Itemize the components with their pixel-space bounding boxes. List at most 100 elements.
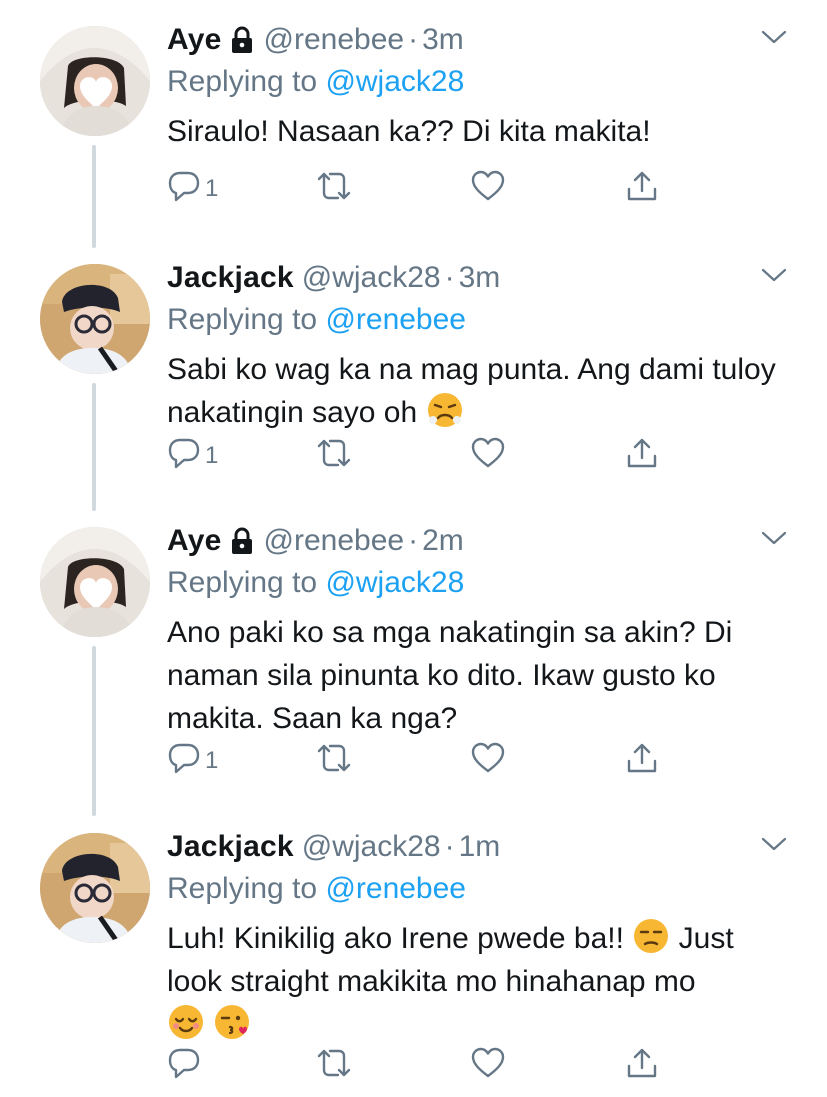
reply-button[interactable] (167, 1043, 205, 1083)
tweet-header: Aye @renebee · 2m (167, 519, 787, 563)
retweet-button[interactable] (315, 1043, 353, 1083)
share-button[interactable] (625, 433, 659, 473)
tweet-text: Ano paki ko sa mga nakatingin sa akin? D… (167, 616, 741, 735)
reply-count: 1 (205, 175, 219, 202)
user-handle[interactable]: @wjack28 (302, 261, 441, 295)
lock-icon (230, 527, 254, 555)
mention-link[interactable]: @renebee (325, 303, 466, 336)
tweet-actions: 1 (167, 166, 787, 206)
tweet[interactable]: Aye @renebee · 2m Replying to @wjack28 A… (0, 501, 827, 816)
heart-icon (471, 742, 505, 773)
user-handle[interactable]: @renebee (264, 524, 405, 558)
tweet-content: Aye @renebee · 3m Replying to @wjack28 S… (167, 18, 787, 153)
replying-to-label: Replying to (167, 566, 326, 599)
display-name[interactable]: Jackjack (167, 261, 294, 295)
tweet-content: Jackjack @wjack28 · 3m Replying to @rene… (167, 256, 787, 434)
thread-connector (92, 145, 96, 248)
lock-icon (230, 26, 254, 54)
separator-dot: · (444, 830, 455, 863)
heart-icon (471, 437, 505, 468)
share-button[interactable] (625, 738, 659, 778)
like-button[interactable] (470, 166, 506, 206)
tweet-text-part: Luh! Kinikilig ako Irene pwede ba!! (167, 922, 633, 955)
tweet[interactable]: Aye @renebee · 3m Replying to @wjack28 S… (0, 0, 827, 248)
tweet[interactable]: Jackjack @wjack28 · 1m Replying to @rene… (0, 807, 827, 1097)
replying-to-label: Replying to (167, 303, 326, 336)
timestamp[interactable]: 2m (422, 524, 464, 558)
retweet-button[interactable] (315, 166, 353, 206)
timestamp[interactable]: 1m (459, 830, 501, 864)
replying-to-label: Replying to (167, 872, 326, 905)
like-button[interactable] (470, 433, 506, 473)
kissing-heart-emoji (213, 1003, 251, 1041)
share-button[interactable] (625, 166, 659, 206)
timestamp[interactable]: 3m (459, 261, 501, 295)
avatar[interactable] (40, 527, 150, 637)
avatar[interactable] (40, 26, 150, 136)
reply-icon (168, 438, 200, 469)
replying-to-line: Replying to @wjack28 (167, 563, 787, 603)
tweet-actions: 1 (167, 738, 787, 778)
tweet-text-body: Sabi ko wag ka na mag punta. Ang dami tu… (167, 353, 785, 429)
tweet-header: Aye @renebee · 3m (167, 18, 787, 62)
chevron-down-icon[interactable] (761, 266, 787, 284)
reply-count: 1 (205, 442, 219, 469)
heart-icon (471, 170, 505, 201)
user-handle[interactable]: @renebee (264, 23, 405, 57)
unamused-face-emoji (632, 917, 670, 955)
reply-icon (168, 171, 200, 202)
chevron-down-icon[interactable] (761, 835, 787, 853)
separator-dot: · (444, 261, 455, 294)
tweet-content: Aye @renebee · 2m Replying to @wjack28 A… (167, 519, 787, 740)
display-name[interactable]: Aye (167, 23, 222, 57)
avatar[interactable] (40, 264, 150, 374)
reply-icon (168, 743, 200, 774)
tweet-thread: Aye @renebee · 3m Replying to @wjack28 S… (0, 0, 827, 1097)
tweet-header: Jackjack @wjack28 · 1m (167, 825, 787, 869)
mention-link[interactable]: @wjack28 (325, 65, 464, 98)
retweet-icon (317, 744, 351, 772)
user-handle[interactable]: @wjack28 (302, 830, 441, 864)
retweet-button[interactable] (315, 433, 353, 473)
reply-button[interactable]: 1 (167, 738, 218, 778)
retweet-icon (317, 1049, 351, 1077)
tweet-text: Sabi ko wag ka na mag punta. Ang dami tu… (167, 348, 787, 434)
separator-dot: · (408, 524, 419, 557)
reply-button[interactable]: 1 (167, 166, 218, 206)
tweet-text: Luh! Kinikilig ako Irene pwede ba!! Just… (167, 917, 787, 1046)
display-name[interactable]: Jackjack (167, 830, 294, 864)
timestamp[interactable]: 3m (422, 23, 464, 57)
heart-icon (471, 1047, 505, 1078)
chevron-down-icon[interactable] (761, 529, 787, 547)
retweet-icon (317, 172, 351, 200)
tweet-actions (167, 1043, 787, 1083)
share-icon (627, 743, 657, 773)
share-icon (627, 1048, 657, 1078)
reply-button[interactable]: 1 (167, 433, 218, 473)
relieved-face-emoji (167, 1003, 205, 1041)
steam-face-emoji (426, 391, 464, 429)
avatar[interactable] (40, 833, 150, 943)
mention-link[interactable]: @wjack28 (325, 566, 464, 599)
like-button[interactable] (470, 1043, 506, 1083)
retweet-button[interactable] (315, 738, 353, 778)
display-name[interactable]: Aye (167, 524, 222, 558)
tweet-header: Jackjack @wjack28 · 3m (167, 256, 787, 300)
thread-connector (92, 646, 96, 816)
share-button[interactable] (625, 1043, 659, 1083)
chevron-down-icon[interactable] (761, 28, 787, 46)
thread-connector (92, 383, 96, 511)
share-icon (627, 438, 657, 468)
replying-to-line: Replying to @renebee (167, 300, 787, 340)
replying-to-line: Replying to @wjack28 (167, 62, 787, 102)
tweet[interactable]: Jackjack @wjack28 · 3m Replying to @rene… (0, 238, 827, 511)
reply-count: 1 (205, 747, 219, 774)
replying-to-label: Replying to (167, 65, 326, 98)
separator-dot: · (408, 23, 419, 56)
share-icon (627, 171, 657, 201)
replying-to-line: Replying to @renebee (167, 869, 787, 909)
tweet-text: Siraulo! Nasaan ka?? Di kita makita! (167, 115, 651, 148)
like-button[interactable] (470, 738, 506, 778)
tweet-actions: 1 (167, 433, 787, 473)
mention-link[interactable]: @renebee (325, 872, 466, 905)
